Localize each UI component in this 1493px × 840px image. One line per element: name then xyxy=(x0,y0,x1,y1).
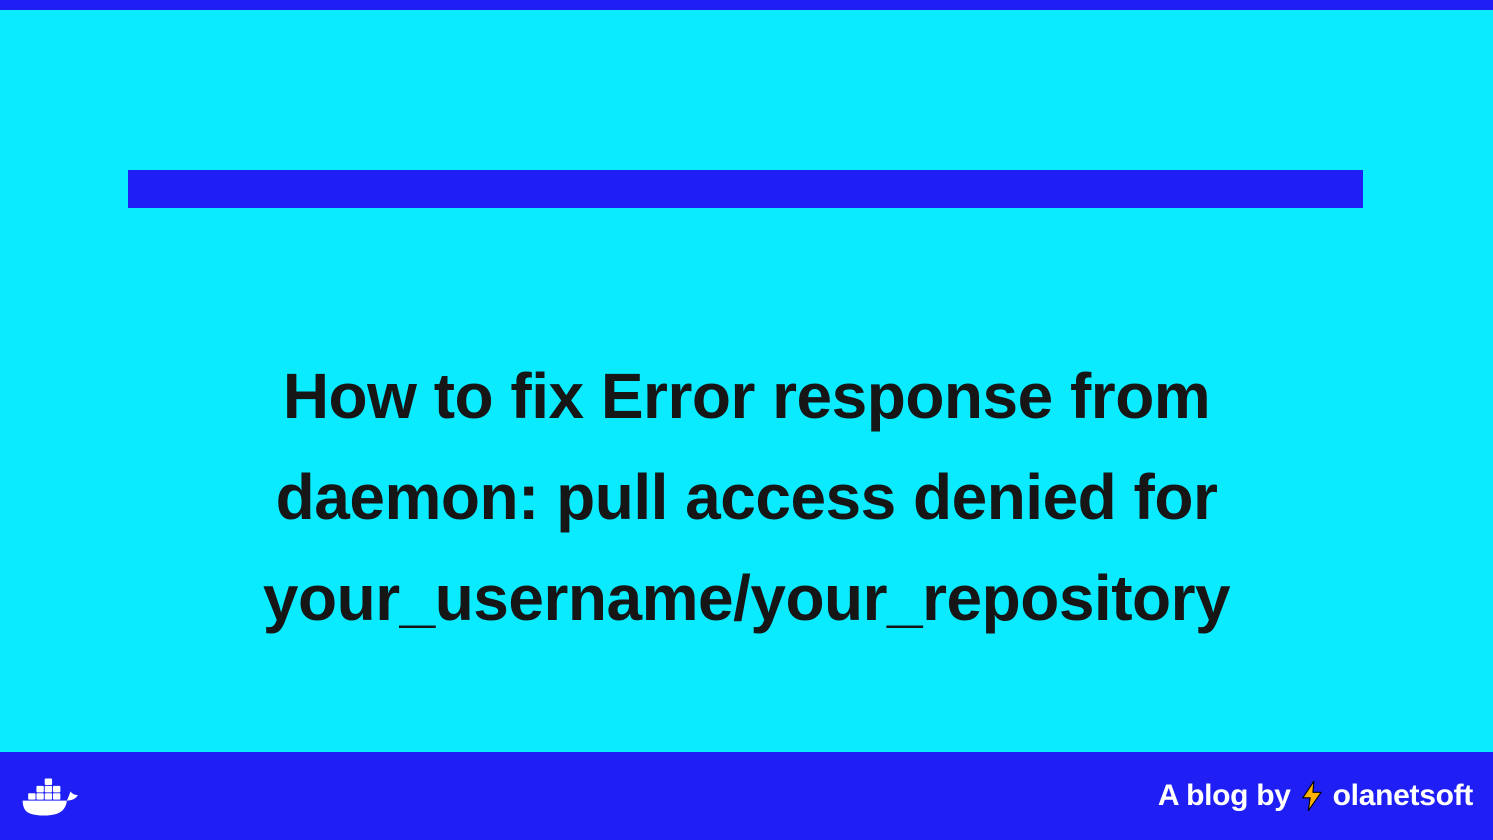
main-content: How to fix Error response from daemon: p… xyxy=(0,260,1493,735)
top-edge-bar xyxy=(0,0,1493,10)
footer-bar: A blog by olanetsoft xyxy=(0,752,1493,840)
docker-whale-icon xyxy=(20,773,86,819)
blog-by-label: A blog by xyxy=(1158,779,1291,813)
lightning-bolt-icon xyxy=(1301,781,1323,811)
accent-bar xyxy=(128,170,1363,208)
author-name: olanetsoft xyxy=(1333,779,1473,813)
byline: A blog by olanetsoft xyxy=(1158,779,1473,813)
slide-title: How to fix Error response from daemon: p… xyxy=(200,346,1293,649)
bottom-edge-bar xyxy=(0,830,1493,840)
